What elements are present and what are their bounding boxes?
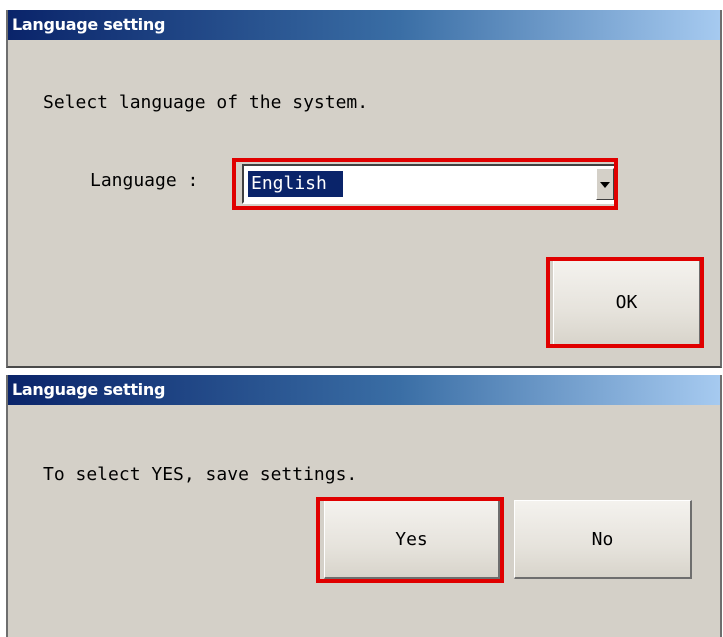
save-confirmation-dialog: Language setting To select YES, save set… bbox=[6, 375, 722, 637]
dialog-message: To select YES, save settings. bbox=[43, 464, 358, 485]
language-label: Language : bbox=[90, 170, 199, 191]
no-button[interactable]: No bbox=[514, 500, 692, 579]
dropdown-arrow-icon[interactable] bbox=[596, 168, 614, 200]
dialog-title: Language setting bbox=[8, 10, 720, 40]
dialog-title: Language setting bbox=[8, 375, 720, 405]
language-dropdown[interactable]: English bbox=[242, 164, 618, 204]
ok-button[interactable]: OK bbox=[553, 260, 701, 346]
dialog-message: Select language of the system. bbox=[43, 92, 369, 113]
language-selected-value: English bbox=[247, 170, 344, 198]
yes-button[interactable]: Yes bbox=[324, 500, 500, 579]
language-setting-dialog: Language setting Select language of the … bbox=[6, 10, 722, 368]
